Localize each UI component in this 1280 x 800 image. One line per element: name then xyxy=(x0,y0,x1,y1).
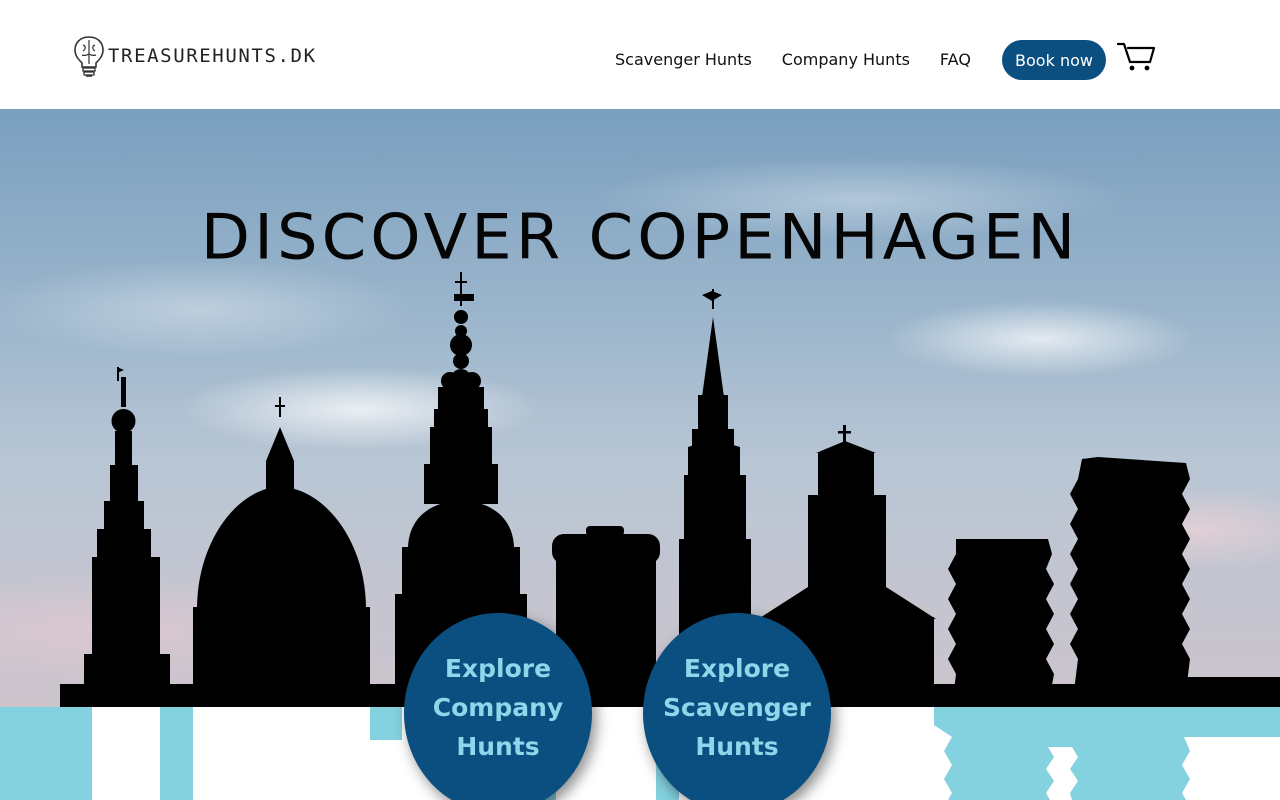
cart-icon[interactable] xyxy=(1116,40,1156,74)
site-header: TREASUREHUNTS.DK Scavenger Hunts Company… xyxy=(0,0,1280,109)
company-line-1: Explore xyxy=(444,654,552,683)
nav-faq[interactable]: FAQ xyxy=(925,40,986,80)
hero-section: DISCOVER COPENHAGEN xyxy=(0,109,1280,707)
skyline-reflection xyxy=(92,707,1280,800)
scavenger-line-3: Hunts xyxy=(695,732,779,761)
nav-scavenger-hunts[interactable]: Scavenger Hunts xyxy=(600,40,767,80)
site-logo[interactable]: TREASUREHUNTS.DK xyxy=(72,34,317,80)
main-nav: Scavenger Hunts Company Hunts FAQ xyxy=(600,40,986,80)
reflection-band xyxy=(0,707,1280,800)
explore-scavenger-hunts-button[interactable]: Explore Scavenger Hunts xyxy=(643,613,831,800)
company-line-3: Hunts xyxy=(456,732,540,761)
scavenger-line-2: Scavenger xyxy=(663,693,811,722)
company-line-2: Company xyxy=(432,693,564,722)
explore-company-hunts-button[interactable]: Explore Company Hunts xyxy=(404,613,592,800)
scavenger-line-1: Explore xyxy=(683,654,791,683)
logo-text: TREASUREHUNTS.DK xyxy=(108,45,317,67)
nav-company-hunts[interactable]: Company Hunts xyxy=(767,40,925,80)
copenhagen-skyline-silhouette xyxy=(60,272,1280,707)
book-now-button[interactable]: Book now xyxy=(1002,40,1106,80)
lightbulb-brain-icon xyxy=(74,36,104,77)
